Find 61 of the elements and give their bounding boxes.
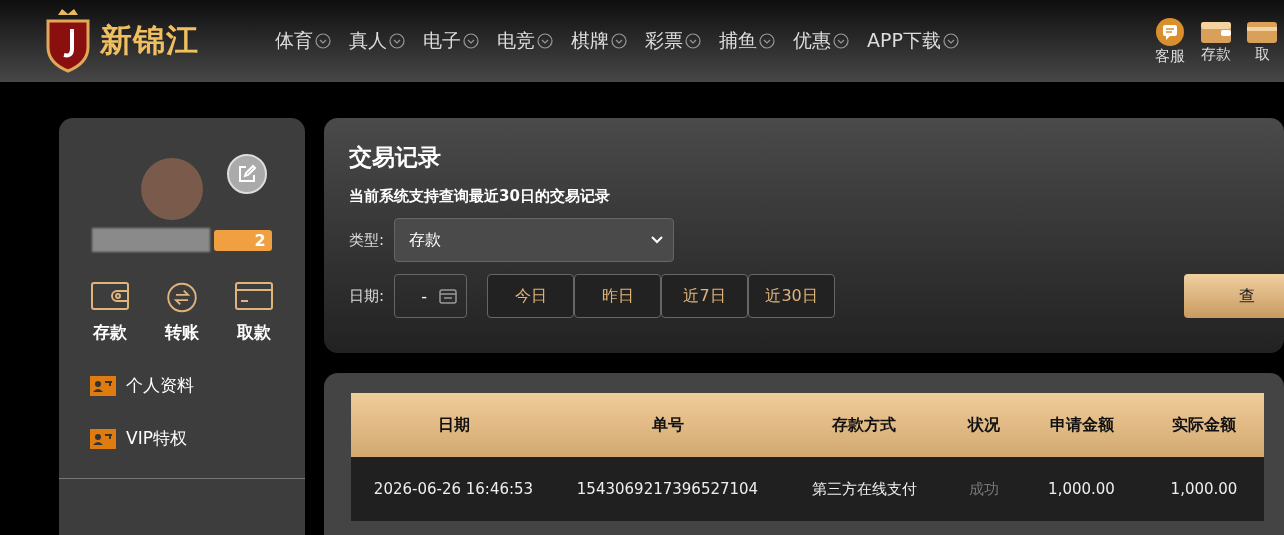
chevron-down-icon bbox=[651, 236, 664, 244]
sidebar-menu-item[interactable]: 个人资料 bbox=[90, 374, 305, 397]
chevron-down-icon bbox=[685, 33, 701, 49]
type-select[interactable]: 存款 bbox=[394, 218, 675, 262]
table-cell: 1,000.00 bbox=[1019, 457, 1144, 521]
column-header: 日期 bbox=[351, 393, 556, 457]
chevron-down-icon bbox=[389, 33, 405, 49]
quick-action-button[interactable]: 取款 bbox=[235, 282, 273, 344]
nav-menu-item[interactable]: 棋牌 bbox=[571, 28, 627, 54]
date-range-button[interactable]: 近30日 bbox=[748, 274, 836, 318]
column-header: 实际金额 bbox=[1144, 393, 1264, 457]
chevron-down-icon bbox=[833, 33, 849, 49]
chevron-down-icon bbox=[463, 33, 479, 49]
header-action[interactable]: 客服 bbox=[1150, 16, 1190, 66]
vip-level-badge: 2 bbox=[214, 229, 272, 251]
date-label: 日期: bbox=[349, 286, 385, 306]
column-header: 申请金额 bbox=[1019, 393, 1144, 457]
table-cell: 1,000.00 bbox=[1144, 457, 1264, 521]
nav-menu-item[interactable]: 彩票 bbox=[645, 28, 701, 54]
date-range-button[interactable]: 昨日 bbox=[574, 274, 662, 318]
chevron-down-icon bbox=[537, 33, 553, 49]
search-button[interactable]: 查 bbox=[1184, 274, 1284, 318]
nav-menu-item[interactable]: 电子 bbox=[423, 28, 479, 54]
chevron-down-icon bbox=[759, 33, 775, 49]
date-range-button[interactable]: 近7日 bbox=[661, 274, 749, 318]
nav-menu-item[interactable]: 体育 bbox=[275, 28, 331, 54]
quick-action-button[interactable]: 转账 bbox=[164, 282, 200, 344]
quick-action-button[interactable]: 存款 bbox=[91, 282, 129, 344]
column-header: 单号 bbox=[556, 393, 779, 457]
column-header: 存款方式 bbox=[779, 393, 949, 457]
type-label: 类型: bbox=[349, 230, 385, 250]
table-cell: 1543069217396527104 bbox=[556, 457, 779, 521]
sidebar-menu-item[interactable]: VIP特权 bbox=[90, 427, 305, 450]
chat-bubble-icon bbox=[1155, 16, 1185, 47]
edit-avatar-button[interactable] bbox=[227, 154, 267, 194]
nav-menu-item[interactable]: 捕鱼 bbox=[719, 28, 775, 54]
header-action[interactable]: 取 bbox=[1242, 16, 1282, 66]
chevron-down-icon bbox=[611, 33, 627, 49]
date-field[interactable]: - bbox=[394, 274, 468, 318]
card-icon bbox=[235, 282, 273, 310]
nav-menu-item[interactable]: 优惠 bbox=[793, 28, 849, 54]
id-card-icon bbox=[90, 428, 116, 449]
table-cell: 第三方在线支付 bbox=[779, 457, 949, 521]
nav-menu-item[interactable]: 真人 bbox=[349, 28, 405, 54]
chevron-down-icon bbox=[942, 33, 959, 49]
notice-text: 当前系统支持查询最近30日的交易记录 bbox=[349, 187, 611, 206]
chevron-down-icon bbox=[315, 33, 331, 49]
header-action[interactable]: 存款 bbox=[1196, 16, 1236, 66]
table-cell: 2026-06-26 16:46:53 bbox=[351, 457, 556, 521]
calendar-icon bbox=[439, 288, 458, 304]
transfer-icon bbox=[164, 282, 200, 313]
edit-icon bbox=[237, 164, 257, 184]
wallet-icon bbox=[91, 282, 129, 310]
id-card-icon bbox=[90, 375, 116, 396]
date-range-button[interactable]: 今日 bbox=[487, 274, 575, 318]
column-header: 状况 bbox=[949, 393, 1019, 457]
nav-menu-item[interactable]: APP下载 bbox=[867, 28, 959, 54]
table-cell: 成功 bbox=[949, 457, 1019, 521]
nav-menu-item[interactable]: 电竞 bbox=[497, 28, 553, 54]
brand-logo-text: 新锦江 bbox=[100, 20, 199, 61]
page-title: 交易记录 bbox=[349, 143, 442, 172]
